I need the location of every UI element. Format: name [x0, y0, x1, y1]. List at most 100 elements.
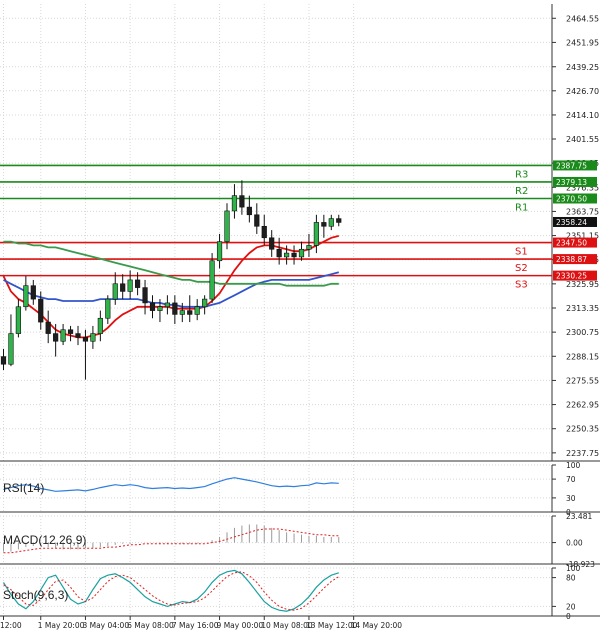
price-tick-label: 2237.75 — [566, 449, 599, 458]
candle-body-down — [149, 302, 156, 311]
candle-body-up — [328, 218, 334, 227]
time-tick-label: 14 May 20:00 — [351, 621, 403, 630]
level-name-s3: S3 — [515, 280, 528, 291]
indicator-tick-label: 70 — [566, 475, 576, 484]
price-tick-label: 2451.95 — [566, 38, 599, 47]
candle — [209, 253, 215, 303]
candle-body-up — [298, 248, 305, 258]
price-tick-label: 2275.55 — [566, 376, 599, 385]
candle-body-up — [127, 279, 133, 292]
candle-body-up — [23, 285, 29, 308]
price-tick-label: 2313.35 — [566, 304, 599, 313]
candle-body-up — [202, 298, 208, 308]
candle-body-up — [97, 317, 103, 334]
level-price-label: 2379.13 — [556, 178, 587, 187]
level-price-label: 2330.25 — [556, 272, 587, 281]
candle-body-up — [105, 298, 111, 319]
candle-body-up — [216, 241, 223, 262]
time-tick-label: 12:00 — [0, 621, 22, 630]
level-price-label: 2387.75 — [556, 161, 587, 170]
level-price-label: 2338.87 — [556, 255, 587, 264]
candle-body-down — [276, 248, 282, 258]
candle-body-down — [53, 333, 59, 342]
candle-body-down — [254, 214, 260, 227]
time-tick-label: 1 May 20:00 — [38, 621, 85, 630]
candle-body-down — [0, 356, 7, 365]
macd-panel: 23.4810.00-18.923 — [0, 512, 600, 569]
candle-body-down — [239, 195, 245, 208]
candle-body-down — [120, 283, 126, 292]
level-name-s1: S1 — [515, 247, 528, 258]
level-name-s2: S2 — [515, 263, 528, 274]
price-plot-area — [0, 4, 552, 461]
candle-body-up — [164, 302, 171, 308]
time-tick-label: 3 May 04:00 — [82, 621, 129, 630]
price-tick-label: 2363.75 — [566, 207, 599, 216]
candle-body-down — [135, 279, 141, 288]
stochastic-panel: 10080200 — [0, 564, 600, 621]
candle-body-up — [306, 245, 312, 250]
candle-body-down — [291, 252, 297, 258]
price-tick-label: 2464.55 — [566, 14, 599, 23]
level-name-r2: R2 — [515, 186, 528, 197]
candle-body-down — [30, 285, 36, 300]
time-axis: 12:00 1 May 20:003 May 04:006 May 08:007 … — [0, 616, 402, 630]
forex-chart: 2464.55 2451.95 2439.25 2426.70 2414.10 2401.… — [0, 4, 600, 630]
candle-body-up — [157, 306, 163, 311]
time-tick-label: 7 May 16:00 — [172, 621, 219, 630]
indicator-tick-label: 30 — [566, 494, 576, 503]
candle-body-down — [45, 321, 51, 334]
candle-body-up — [90, 333, 96, 342]
indicator-tick-label: 100 — [566, 564, 581, 573]
candle-body-up — [112, 283, 118, 300]
candle-body-up — [8, 333, 14, 365]
price-tick-label: 2439.25 — [566, 63, 599, 72]
indicator-tick-label: 20 — [566, 602, 576, 611]
candle-body-down — [261, 225, 267, 239]
price-tick-label: 2250.35 — [566, 425, 599, 434]
candle-body-up — [60, 329, 66, 342]
price-tick-label: 2262.95 — [566, 401, 599, 410]
candle-body-down — [82, 337, 89, 342]
candle-body-up — [194, 306, 200, 315]
level-name-r3: R3 — [515, 169, 528, 180]
macd-label: MACD(12,26,9) — [3, 533, 87, 547]
candle-body-up — [179, 310, 185, 315]
price-tick-label: 2288.15 — [566, 352, 599, 361]
price-tick-label: 2426.70 — [566, 87, 599, 96]
candle-body-down — [246, 206, 252, 216]
candle-body-down — [75, 333, 81, 338]
candle-body-down — [336, 218, 342, 223]
candle-body-up — [313, 222, 320, 246]
price-tick-label: 2414.10 — [566, 111, 599, 120]
candle-body-down — [172, 302, 178, 315]
candle-body-down — [187, 310, 193, 315]
level-price-label: 2370.50 — [556, 194, 587, 203]
candle-body-up — [15, 306, 22, 334]
indicator-tick-label: 23.481 — [566, 512, 592, 521]
time-tick-label: 9 May 00:00 — [217, 621, 264, 630]
candle-body-up — [209, 260, 215, 300]
level-price-label: 2347.50 — [556, 239, 587, 248]
price-tick-label: 2325.95 — [566, 280, 599, 289]
price-panel: 2464.55 2451.95 2439.25 2426.70 2414.10 2401.… — [0, 4, 600, 462]
candle-body-down — [321, 222, 327, 227]
level-name-r1: R1 — [515, 202, 528, 213]
rsi-panel: 10070300 — [0, 461, 600, 517]
candle-body-down — [67, 329, 74, 334]
stoch-label: Stoch(9,6,3) — [3, 588, 69, 602]
candle-body-down — [38, 298, 44, 323]
indicator-tick-label: 100 — [566, 461, 581, 470]
indicator-tick-label: 80 — [566, 574, 576, 583]
indicator-plot-area — [0, 465, 552, 512]
last-price-label: 2358.24 — [556, 218, 587, 227]
candle-body-down — [142, 287, 148, 304]
candle-body-down — [269, 237, 275, 250]
candle-body-up — [231, 195, 238, 212]
indicator-tick-label: 0.00 — [566, 539, 583, 548]
time-tick-label: 6 May 08:00 — [127, 621, 174, 630]
candle-body-up — [283, 252, 290, 258]
price-tick-label: 2300.75 — [566, 328, 599, 337]
rsi-label: RSI(14) — [3, 481, 45, 495]
candle-body-up — [224, 210, 230, 242]
